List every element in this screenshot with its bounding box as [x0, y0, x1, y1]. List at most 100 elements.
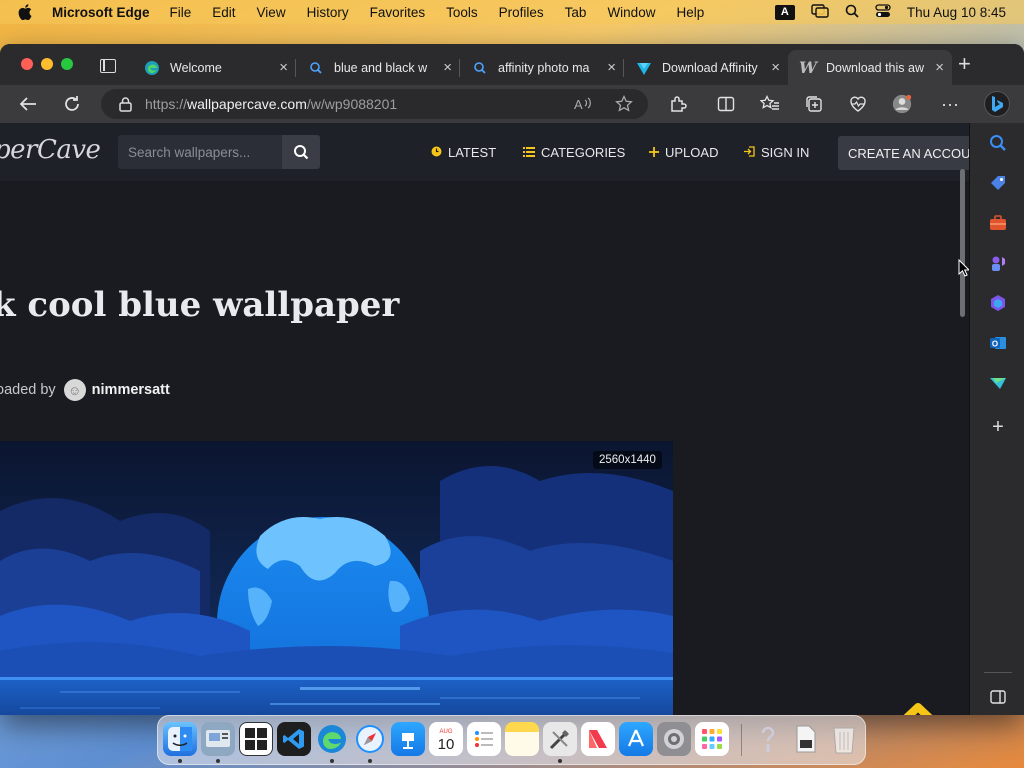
- menu-history[interactable]: History: [307, 5, 349, 20]
- minimize-window-button[interactable]: [41, 58, 53, 70]
- search-button[interactable]: [282, 135, 320, 169]
- favorite-star-icon[interactable]: [614, 94, 634, 114]
- vscode-icon[interactable]: [277, 722, 311, 756]
- reload-icon[interactable]: [62, 94, 82, 114]
- web-page: perCave LATEST CATEGORIES: [0, 123, 969, 715]
- nav-upload-label: UPLOAD: [665, 145, 719, 160]
- trash-icon[interactable]: [827, 722, 861, 756]
- menubar-clock[interactable]: Thu Aug 10 8:45: [907, 5, 1006, 20]
- uploader-avatar[interactable]: ☺: [63, 379, 86, 401]
- browser-essentials-icon[interactable]: [848, 94, 868, 114]
- keynote-icon[interactable]: [391, 722, 425, 756]
- app-store-icon[interactable]: [619, 722, 653, 756]
- nav-latest[interactable]: LATEST: [431, 145, 496, 160]
- close-tab-icon[interactable]: ×: [607, 59, 616, 76]
- tab-strip: Welcome × blue and black w × affinity ph…: [0, 44, 1024, 85]
- close-window-button[interactable]: [21, 58, 33, 70]
- control-center-icon[interactable]: [875, 3, 891, 21]
- launchpad-grid-icon[interactable]: [695, 722, 729, 756]
- scripteditor-tools-icon[interactable]: [543, 722, 577, 756]
- close-tab-icon[interactable]: ×: [279, 59, 288, 76]
- running-indicator: [368, 759, 372, 763]
- svg-text:A: A: [574, 97, 583, 112]
- tab-download-this-wallpaper[interactable]: W Download this aw ×: [788, 50, 952, 85]
- safari-compass-icon[interactable]: [353, 722, 387, 756]
- menu-profiles[interactable]: Profiles: [499, 5, 544, 20]
- wallpaper-search-input[interactable]: [118, 135, 282, 169]
- nav-latest-label: LATEST: [448, 145, 497, 160]
- tab-welcome[interactable]: Welcome ×: [132, 50, 296, 85]
- document-file-icon[interactable]: [789, 722, 823, 756]
- url-host: wallpapercave.com: [187, 96, 307, 112]
- read-aloud-icon[interactable]: A: [574, 94, 594, 114]
- tab-affinity-photo[interactable]: affinity photo ma ×: [460, 50, 624, 85]
- games-icon[interactable]: [988, 253, 1008, 273]
- tools-briefcase-icon[interactable]: [988, 213, 1008, 233]
- menu-edit[interactable]: Edit: [212, 5, 235, 20]
- preview-icon[interactable]: [201, 722, 235, 756]
- favorites-icon[interactable]: [760, 94, 780, 114]
- nav-sign-in[interactable]: SIGN IN: [744, 145, 809, 160]
- uploaded-by-label: oaded by: [0, 382, 56, 398]
- mission-control-grid-icon[interactable]: [239, 722, 273, 756]
- calendar-icon[interactable]: AUG 10: [429, 722, 463, 756]
- shopping-tag-icon[interactable]: [988, 173, 1008, 193]
- active-app-name[interactable]: Microsoft Edge: [52, 5, 150, 20]
- close-tab-icon[interactable]: ×: [771, 59, 780, 76]
- menu-file[interactable]: File: [170, 5, 192, 20]
- macos-menubar: Microsoft Edge File Edit View History Fa…: [0, 0, 1024, 24]
- back-arrow-icon[interactable]: [18, 94, 38, 114]
- close-tab-icon[interactable]: ×: [443, 59, 452, 76]
- menu-tools[interactable]: Tools: [446, 5, 478, 20]
- finder-icon[interactable]: [163, 722, 197, 756]
- screen-mirroring-icon[interactable]: [811, 3, 829, 21]
- system-settings-gear-icon[interactable]: [657, 722, 691, 756]
- copilot-m365-icon[interactable]: [988, 293, 1008, 313]
- drop-send-icon[interactable]: [988, 373, 1008, 393]
- news-icon[interactable]: [581, 722, 615, 756]
- menu-tab[interactable]: Tab: [565, 5, 587, 20]
- reminders-icon[interactable]: [467, 722, 501, 756]
- wallpaper-title: k cool blue wallpaper: [0, 285, 400, 325]
- apple-menu-icon[interactable]: [18, 4, 36, 20]
- edge-browser-icon[interactable]: [315, 722, 349, 756]
- create-account-button[interactable]: CREATE AN ACCOUN: [838, 136, 969, 170]
- bing-copilot-icon[interactable]: [984, 91, 1010, 117]
- extensions-icon[interactable]: [668, 94, 688, 114]
- zoom-window-button[interactable]: [61, 58, 73, 70]
- wallpaper-preview-image[interactable]: 2560x1440: [0, 441, 673, 715]
- menu-view[interactable]: View: [257, 5, 286, 20]
- hide-sidebar-icon[interactable]: [988, 687, 1008, 707]
- browser-window: Welcome × blue and black w × affinity ph…: [0, 44, 1024, 715]
- wallpaper-search-box: [118, 135, 320, 169]
- spotlight-search-icon[interactable]: [845, 4, 859, 21]
- new-tab-button[interactable]: +: [958, 53, 971, 75]
- vertical-scrollbar[interactable]: [960, 169, 965, 317]
- nav-categories[interactable]: CATEGORIES: [523, 145, 625, 160]
- collections-icon[interactable]: [804, 94, 824, 114]
- tab-actions-menu-icon[interactable]: [100, 59, 116, 73]
- notes-icon[interactable]: [505, 722, 539, 756]
- menu-favorites[interactable]: Favorites: [370, 5, 426, 20]
- lock-icon[interactable]: [119, 97, 132, 115]
- running-indicator: [178, 759, 182, 763]
- scroll-to-top-chevron-icon[interactable]: [895, 701, 941, 715]
- address-bar[interactable]: https://wallpapercave.com/w/wp9088201: [101, 89, 648, 119]
- more-options-icon[interactable]: ···: [940, 94, 960, 114]
- tab-blue-and-black[interactable]: blue and black w ×: [296, 50, 460, 85]
- site-logo[interactable]: perCave: [0, 135, 101, 165]
- menu-help[interactable]: Help: [676, 5, 704, 20]
- close-tab-icon[interactable]: ×: [935, 59, 944, 76]
- sidebar-search-icon[interactable]: [988, 133, 1008, 153]
- outlook-icon[interactable]: O: [988, 333, 1008, 353]
- input-source-indicator[interactable]: A: [774, 4, 795, 20]
- nav-upload[interactable]: UPLOAD: [649, 145, 718, 160]
- uploader-byline: oaded by ☺ nimmersatt: [0, 379, 170, 401]
- profile-avatar-icon[interactable]: [892, 94, 912, 114]
- tab-download-affinity[interactable]: Download Affinity ×: [624, 50, 788, 85]
- uploader-name-link[interactable]: nimmersatt: [92, 382, 170, 398]
- split-screen-icon[interactable]: [716, 94, 736, 114]
- help-question-icon[interactable]: [751, 722, 785, 756]
- menu-window[interactable]: Window: [607, 5, 655, 20]
- add-sidebar-app-icon[interactable]: +: [988, 416, 1008, 438]
